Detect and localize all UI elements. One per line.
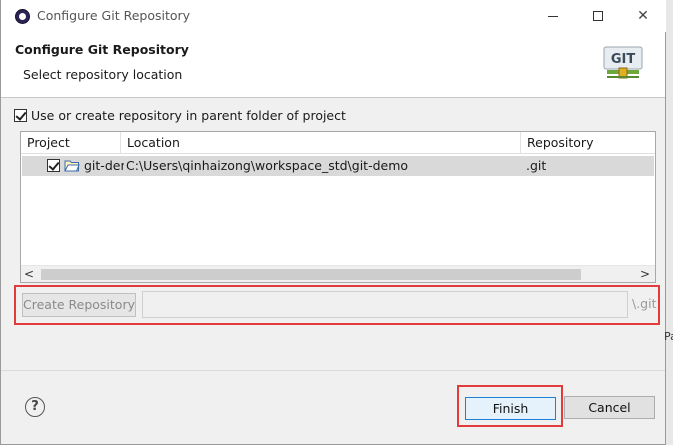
minimize-icon — [548, 15, 558, 17]
page-description: Select repository location — [23, 67, 183, 82]
projects-table: Project Location Repository git-demo C:\… — [20, 131, 656, 283]
configure-git-dialog: Configure Git Repository ✕ Configure Git… — [0, 0, 667, 445]
create-repository-highlight: Create Repository \.git — [14, 285, 660, 325]
column-header-repository[interactable]: Repository — [521, 132, 655, 154]
background-window-edge — [666, 0, 673, 445]
row-project-name: git-demo — [84, 158, 124, 173]
use-parent-folder-option[interactable]: Use or create repository in parent folde… — [14, 108, 346, 123]
git-suffix-label: \.git — [632, 296, 657, 311]
repository-path-input[interactable] — [142, 291, 628, 318]
wizard-header: Configure Git Repository Select reposito… — [1, 32, 665, 98]
create-repository-button[interactable]: Create Repository — [22, 293, 136, 317]
column-header-location[interactable]: Location — [121, 132, 521, 154]
table-row[interactable]: git-demo C:\Users\qinhaizong\workspace_s… — [22, 156, 654, 176]
row-checkbox[interactable] — [47, 159, 60, 172]
scroll-right-icon[interactable]: > — [640, 267, 650, 281]
git-logo-text: GIT — [611, 52, 636, 67]
cancel-button[interactable]: Cancel — [564, 396, 655, 419]
eclipse-icon — [15, 9, 30, 24]
window-title: Configure Git Repository — [37, 8, 191, 23]
close-icon: ✕ — [637, 8, 649, 24]
scroll-left-icon[interactable]: < — [24, 267, 34, 281]
git-logo-icon: GIT — [603, 46, 643, 79]
maximize-icon — [593, 11, 603, 21]
page-title: Configure Git Repository — [15, 42, 189, 57]
use-parent-checkbox[interactable] — [14, 109, 27, 122]
title-bar[interactable]: Configure Git Repository ✕ — [1, 0, 667, 32]
footer-separator — [1, 370, 665, 371]
column-header-project[interactable]: Project — [21, 132, 121, 154]
maximize-button[interactable] — [583, 4, 613, 28]
folder-icon — [64, 160, 80, 172]
close-button[interactable]: ✕ — [628, 4, 658, 28]
help-button[interactable]: ? — [25, 397, 45, 417]
use-parent-label: Use or create repository in parent folde… — [31, 108, 346, 123]
finish-highlight: Finish — [457, 385, 563, 427]
row-repository: .git — [526, 158, 547, 173]
finish-button[interactable]: Finish — [465, 397, 556, 420]
table-header: Project Location Repository — [21, 132, 655, 154]
minimize-button[interactable] — [538, 4, 568, 28]
horizontal-scrollbar[interactable]: < > — [21, 265, 655, 282]
row-location: C:\Users\qinhaizong\workspace_std\git-de… — [126, 158, 409, 173]
scrollbar-thumb[interactable] — [41, 269, 581, 280]
background-edge-text: Pa — [664, 330, 673, 343]
